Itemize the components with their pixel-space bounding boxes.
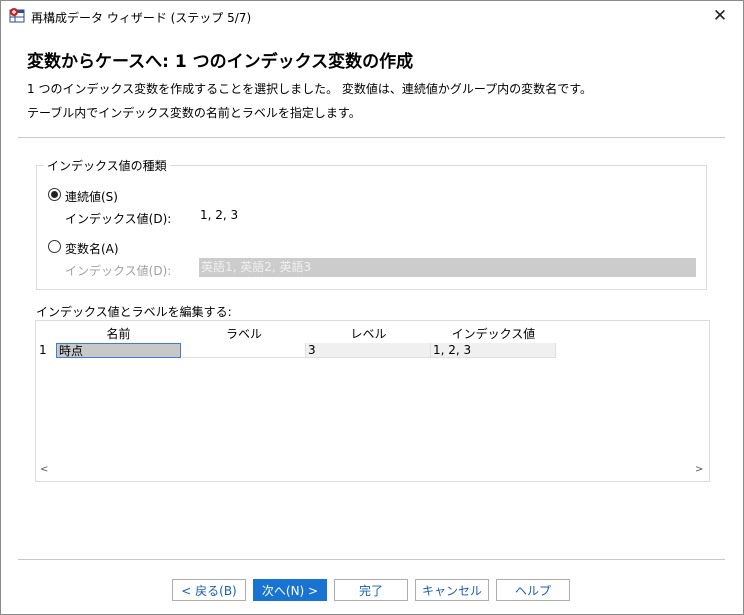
scroll-left-arrow[interactable]: < [40, 464, 48, 475]
cell-label[interactable] [182, 343, 306, 358]
index-type-legend: インデックス値の種類 [44, 157, 170, 174]
close-button[interactable]: ✕ [697, 1, 743, 31]
grid-label: インデックス値とラベルを編集する: [36, 305, 232, 319]
column-header-level: レベル [350, 327, 387, 341]
top-separator [18, 137, 725, 138]
next-button[interactable]: 次へ(N) > [253, 579, 327, 601]
window-title: 再構成データ ウィザード (ステップ 5/7) [31, 11, 252, 25]
variable-names-values-label: インデックス値(D): [65, 264, 172, 278]
back-button[interactable]: < 戻る(B) [172, 579, 246, 601]
sequential-label[interactable]: 連続値(S) [65, 188, 118, 205]
sequential-values-label: インデックス値(D): [65, 212, 172, 226]
description-line-2: テーブル内でインデックス変数の名前とラベルを指定します。 [27, 106, 361, 120]
cell-level: 3 [306, 343, 431, 358]
description-line-1: 1 つのインデックス変数を作成することを選択しました。 変数値は、連続値かグルー… [27, 82, 592, 96]
sequential-radio[interactable] [48, 188, 61, 201]
variable-names-label[interactable]: 変数名(A) [65, 240, 119, 257]
cell-index-values: 1, 2, 3 [431, 343, 556, 358]
scroll-right-arrow[interactable]: > [695, 464, 703, 475]
column-header-label: ラベル [225, 327, 262, 341]
finish-button[interactable]: 完了 [334, 579, 408, 601]
bottom-separator [18, 559, 725, 560]
cell-name[interactable]: 時点 [56, 343, 181, 358]
title-bar: 再構成データ ウィザード (ステップ 5/7) ✕ [1, 1, 743, 31]
variable-names-values-field: 英語1, 英語2, 英語3 [199, 258, 696, 277]
sequential-values: 1, 2, 3 [200, 208, 239, 222]
page-title: 変数からケースへ: 1 つのインデックス変数の作成 [27, 52, 414, 72]
column-header-name: 名前 [106, 327, 131, 341]
row-number: 1 [39, 343, 47, 357]
help-button[interactable]: ヘルプ [496, 579, 570, 601]
data-restructure-icon [9, 8, 25, 23]
variable-names-radio[interactable] [48, 240, 61, 253]
cancel-button[interactable]: キャンセル [415, 579, 489, 601]
column-header-index-values: インデックス値 [451, 327, 536, 341]
